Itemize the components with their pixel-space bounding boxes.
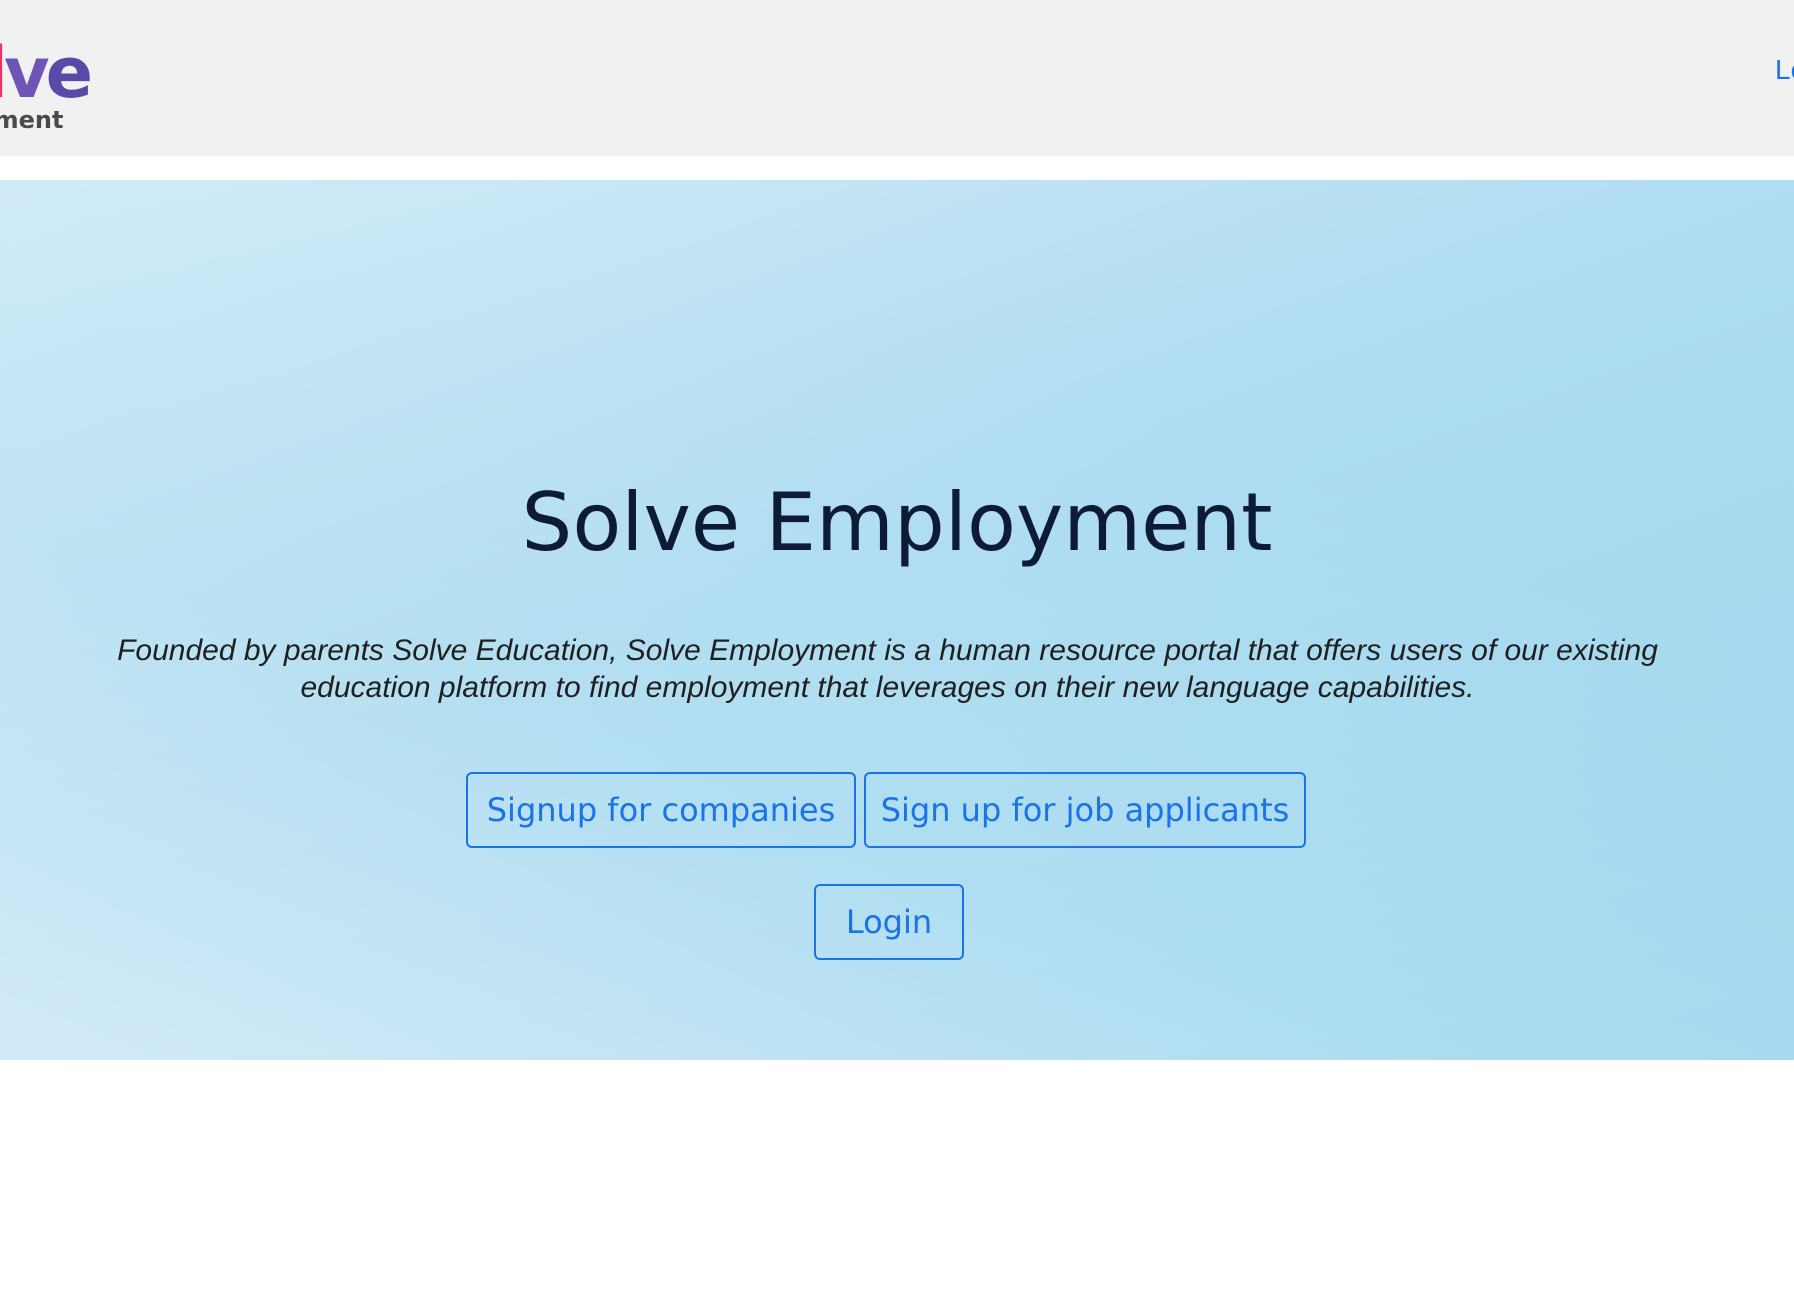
nav-login-link[interactable]: Lo xyxy=(1775,54,1794,86)
logo-wordmark: lve xyxy=(0,32,93,114)
logo-subtitle: yment xyxy=(0,106,64,134)
hero-section: Solve Employment Founded by parents Solv… xyxy=(0,180,1794,1060)
solve-employment-logo[interactable]: lve yment xyxy=(0,30,110,140)
login-button[interactable]: Login xyxy=(814,884,964,960)
signup-companies-button[interactable]: Signup for companies xyxy=(466,772,856,848)
hero-description: Founded by parents Solve Education, Solv… xyxy=(117,634,1658,704)
signup-job-applicants-button[interactable]: Sign up for job applicants xyxy=(864,772,1306,848)
hero-title: Solve Employment xyxy=(521,476,1273,569)
navbar: lve yment Lo xyxy=(0,0,1794,156)
